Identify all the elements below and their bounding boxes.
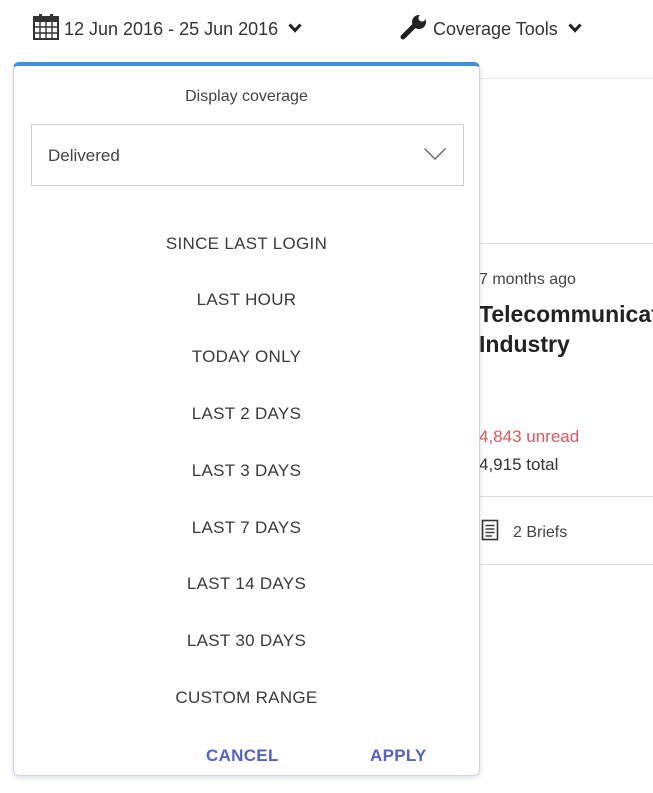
card-unread-count: 4,843 unread xyxy=(479,427,580,446)
display-coverage-label: Display coverage xyxy=(185,88,308,105)
calendar-icon xyxy=(32,13,60,46)
card-timestamp: 7 months ago xyxy=(479,271,576,288)
wrench-icon xyxy=(399,13,429,46)
date-range-selector[interactable]: 12 Jun 2016 - 25 Jun 2016 xyxy=(32,12,302,46)
option-last-3-days[interactable]: LAST 3 DAYS xyxy=(14,461,479,481)
option-last-2-days[interactable]: LAST 2 DAYS xyxy=(14,404,479,424)
card-briefs-link[interactable]: 2 Briefs xyxy=(481,519,567,546)
date-range-label: 12 Jun 2016 - 25 Jun 2016 xyxy=(64,18,279,39)
chevron-down-icon xyxy=(288,20,302,38)
apply-button[interactable]: APPLY xyxy=(370,746,427,766)
coverage-tools-label: Coverage Tools xyxy=(433,18,558,39)
card-total-count: 4,915 total xyxy=(479,455,559,474)
coverage-card[interactable]: 7 months ago Telecommunications Industry… xyxy=(468,243,653,565)
option-last-7-days[interactable]: LAST 7 DAYS xyxy=(14,518,479,538)
option-today-only[interactable]: TODAY ONLY xyxy=(14,347,479,367)
header-divider xyxy=(480,78,653,79)
option-custom-range[interactable]: CUSTOM RANGE xyxy=(14,688,479,708)
toolbar: 12 Jun 2016 - 25 Jun 2016 Coverage Tools xyxy=(0,0,653,64)
card-title[interactable]: Telecommunications Industry xyxy=(479,299,653,359)
coverage-type-select[interactable]: Delivered xyxy=(31,124,464,186)
cancel-button[interactable]: CANCEL xyxy=(206,746,279,766)
chevron-down-icon xyxy=(423,147,447,166)
coverage-tools-menu[interactable]: Coverage Tools xyxy=(399,12,582,46)
document-icon xyxy=(481,519,499,546)
option-last-hour[interactable]: LAST HOUR xyxy=(14,290,479,310)
coverage-dropdown-panel: Display coverage Delivered SINCE LAST LO… xyxy=(13,62,480,776)
card-briefs-label: 2 Briefs xyxy=(513,523,568,541)
chevron-down-icon xyxy=(568,20,582,38)
coverage-type-value: Delivered xyxy=(48,146,120,165)
option-last-30-days[interactable]: LAST 30 DAYS xyxy=(14,631,479,651)
card-divider xyxy=(469,496,653,497)
page: 12 Jun 2016 - 25 Jun 2016 Coverage Tools xyxy=(0,0,653,793)
option-last-14-days[interactable]: LAST 14 DAYS xyxy=(14,574,479,594)
option-since-last-login[interactable]: SINCE LAST LOGIN xyxy=(14,234,479,254)
